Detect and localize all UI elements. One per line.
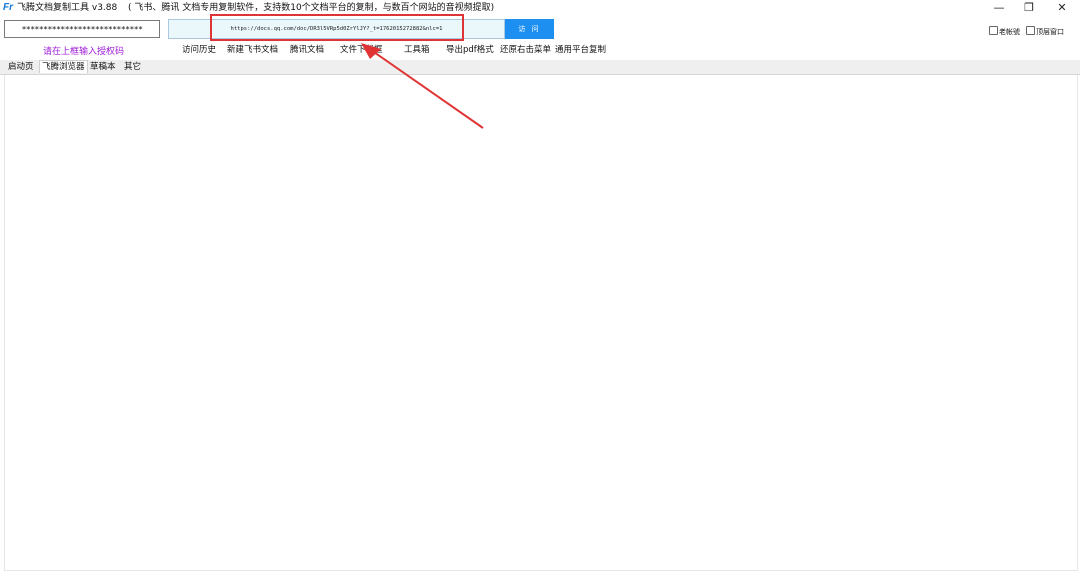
url-input[interactable]	[168, 19, 505, 39]
export-pdf-button[interactable]: 导出pdf格式	[446, 44, 494, 56]
minimize-button[interactable]: —	[982, 0, 1016, 16]
toolbar: 请在上框输入授权码 访 问 访问历史 新建飞书文档 腾讯文档 文件下载框 工具箱…	[0, 16, 1080, 60]
new-feishu-doc-button[interactable]: 新建飞书文档	[227, 44, 278, 56]
topmost-window-checkbox[interactable]: 顶层窗口	[1026, 26, 1064, 37]
browser-content-area[interactable]	[4, 75, 1078, 571]
restore-context-menu-button[interactable]: 还原右击菜单	[500, 44, 551, 56]
restore-button[interactable]: ❐	[1012, 0, 1046, 16]
checkbox-box[interactable]	[989, 26, 998, 35]
history-button[interactable]: 访问历史	[182, 44, 216, 56]
license-code-input[interactable]	[4, 20, 160, 38]
checkbox-box[interactable]	[1026, 26, 1035, 35]
tencent-docs-button[interactable]: 腾讯文档	[290, 44, 324, 56]
old-account-checkbox[interactable]: 老帐號	[989, 26, 1020, 37]
tab-bar: 启动页 飞腾浏览器 草稿本 其它	[0, 60, 1080, 75]
tab-draft[interactable]: 草稿本	[88, 61, 118, 73]
minimize-icon: —	[993, 1, 1005, 14]
tab-start-page[interactable]: 启动页	[6, 61, 36, 73]
visit-button[interactable]: 访 问	[505, 19, 554, 39]
tab-feiteng-browser[interactable]: 飞腾浏览器	[39, 60, 88, 73]
app-title: 飞腾文档复制工具 v3.88	[17, 3, 118, 13]
toolbox-button[interactable]: 工具箱	[404, 44, 430, 56]
close-button[interactable]: ✕	[1045, 0, 1079, 16]
app-subtitle: ( 飞书、腾讯 文档专用复制软件，支持数10个文档平台的复制，与数百个网站的音视…	[128, 3, 495, 13]
old-account-label: 老帐號	[999, 28, 1020, 36]
tab-other[interactable]: 其它	[122, 61, 143, 73]
close-icon: ✕	[1057, 1, 1067, 14]
file-download-button[interactable]: 文件下载框	[340, 44, 383, 56]
title-bar: Fr 飞腾文档复制工具 v3.88 ( 飞书、腾讯 文档专用复制软件，支持数10…	[0, 0, 1080, 16]
universal-copy-button[interactable]: 通用平台复制	[555, 44, 606, 56]
topmost-window-label: 顶层窗口	[1036, 28, 1064, 36]
restore-icon: ❐	[1024, 1, 1034, 14]
app-logo-icon: Fr	[3, 2, 13, 13]
license-hint: 请在上框输入授权码	[43, 47, 125, 57]
